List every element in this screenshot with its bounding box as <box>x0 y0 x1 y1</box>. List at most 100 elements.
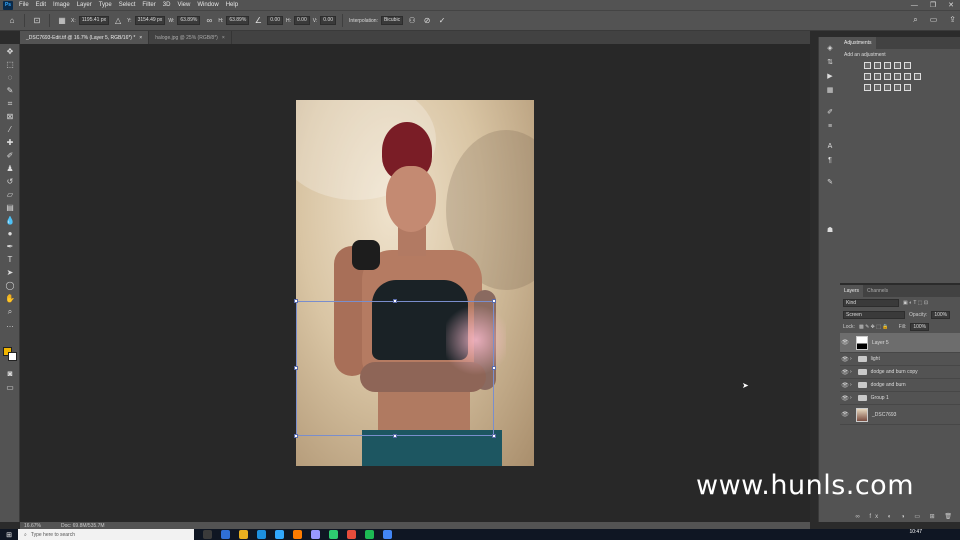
menu-layer[interactable]: Layer <box>77 2 92 8</box>
curves-icon[interactable] <box>884 62 891 69</box>
quick-mask-icon[interactable]: ◙ <box>4 368 16 379</box>
chevron-right-icon[interactable]: › <box>850 395 852 401</box>
tab-channels[interactable]: Channels <box>863 285 892 297</box>
crop-tool-icon[interactable]: ⌗ <box>4 98 16 109</box>
stamp-tool-icon[interactable]: ♟ <box>4 163 16 174</box>
photo-filter-icon[interactable] <box>894 73 901 80</box>
photoshop-taskbar-icon[interactable] <box>275 530 284 539</box>
character-icon[interactable]: A <box>824 141 836 151</box>
interpolation-select[interactable]: Bicubic <box>380 16 404 25</box>
tab-adjustments[interactable]: Adjustments <box>840 37 876 49</box>
vibrance-icon[interactable] <box>904 62 911 69</box>
home-icon[interactable]: ⌂ <box>6 15 18 27</box>
3d-icon[interactable]: ◈ <box>824 43 836 53</box>
file-explorer-icon[interactable] <box>239 530 248 539</box>
color-lookup-icon[interactable] <box>914 73 921 80</box>
illustrator-taskbar-icon[interactable] <box>293 530 302 539</box>
minimize-icon[interactable]: — <box>911 2 918 9</box>
store-icon[interactable] <box>257 530 266 539</box>
properties-icon[interactable]: ▦ <box>824 85 836 95</box>
app-icon[interactable] <box>329 530 338 539</box>
transform-handle[interactable] <box>294 299 298 303</box>
cancel-transform-icon[interactable]: ⊘ <box>421 15 433 27</box>
eye-icon[interactable]: 👁 <box>840 395 850 402</box>
history-icon[interactable]: ⇅ <box>824 57 836 67</box>
taskbar-clock[interactable]: 10:47 <box>909 530 922 535</box>
gradient-map-icon[interactable] <box>894 84 901 91</box>
layer-row[interactable]: 👁 › dodge and burn <box>840 379 960 392</box>
lock-icons[interactable]: ▩ ✎ ✥ ⬚ 🔒 <box>859 324 889 330</box>
healing-brush-tool-icon[interactable]: ✚ <box>4 137 16 148</box>
transform-handle[interactable] <box>294 366 298 370</box>
background-color-swatch[interactable] <box>8 352 17 361</box>
tool-presets-icon[interactable]: ✎ <box>824 177 836 187</box>
eyedropper-tool-icon[interactable]: ⁄ <box>4 124 16 135</box>
chevron-right-icon[interactable]: › <box>850 369 852 375</box>
vskew-field[interactable]: 0.00 <box>320 16 337 25</box>
filter-icons[interactable]: ▣ ◐ T ⬚ ⊡ <box>903 300 928 306</box>
reference-point-icon[interactable]: ▦ <box>56 15 68 27</box>
type-tool-icon[interactable]: T <box>4 254 16 265</box>
search-icon[interactable]: ⌕ <box>913 15 917 25</box>
menu-image[interactable]: Image <box>53 2 70 8</box>
layer-filter-select[interactable]: Kind <box>843 299 899 307</box>
exposure-icon[interactable] <box>894 62 901 69</box>
windows-start-icon[interactable]: ⊞ <box>0 529 18 540</box>
width-field[interactable]: 63.89% <box>177 16 201 25</box>
chevron-right-icon[interactable]: › <box>850 356 852 362</box>
link-icon[interactable]: ∞ <box>203 15 215 27</box>
menu-view[interactable]: View <box>177 2 190 8</box>
x-field[interactable]: 1195.41 px <box>78 16 110 25</box>
frame-tool-icon[interactable]: ⊠ <box>4 111 16 122</box>
transform-handle[interactable] <box>492 299 496 303</box>
brush-settings-icon[interactable]: ✐ <box>824 107 836 117</box>
layer-row[interactable]: 👁 › light <box>840 353 960 366</box>
commit-transform-icon[interactable]: ✓ <box>436 15 448 27</box>
posterize-icon[interactable] <box>874 84 881 91</box>
transform-handle[interactable] <box>492 434 496 438</box>
threshold-icon[interactable] <box>884 84 891 91</box>
angle-field[interactable]: 0.00 <box>267 16 284 25</box>
hand-tool-icon[interactable]: ✋ <box>4 293 16 304</box>
close-icon[interactable]: ✕ <box>948 1 954 9</box>
tab-layers[interactable]: Layers <box>840 285 864 297</box>
blend-mode-select[interactable]: Screen <box>843 311 905 319</box>
fill-field[interactable]: 100% <box>910 323 930 331</box>
canvas-area[interactable] <box>20 44 810 522</box>
lasso-tool-icon[interactable]: ◌ <box>4 72 16 83</box>
app-icon[interactable] <box>347 530 356 539</box>
screen-mode-icon[interactable]: ▭ <box>4 382 16 393</box>
transform-handle[interactable] <box>294 434 298 438</box>
ellipse-tool-icon[interactable]: ◯ <box>4 280 16 291</box>
transform-handle[interactable] <box>492 366 496 370</box>
layer-row[interactable]: 👁 _DSC7693 <box>840 405 960 425</box>
hue-saturation-icon[interactable] <box>864 73 871 80</box>
menu-3d[interactable]: 3D <box>163 2 171 8</box>
selective-color-icon[interactable] <box>904 84 911 91</box>
brush-tool-icon[interactable]: ✐ <box>4 150 16 161</box>
blur-tool-icon[interactable]: 💧 <box>4 215 16 226</box>
transform-handle[interactable] <box>393 299 397 303</box>
close-tab-icon[interactable]: × <box>139 35 142 41</box>
move-tool-icon[interactable]: ✥ <box>4 46 16 57</box>
path-select-tool-icon[interactable]: ➤ <box>4 267 16 278</box>
zoom-tool-icon[interactable]: ⌕ <box>4 306 16 317</box>
eye-icon[interactable]: 👁 <box>840 369 850 376</box>
color-balance-icon[interactable] <box>874 73 881 80</box>
paragraph-icon[interactable]: ¶ <box>824 155 836 165</box>
layer-row[interactable]: 👁 › dodge and burn copy <box>840 366 960 379</box>
menu-help[interactable]: Help <box>226 2 238 8</box>
levels-icon[interactable] <box>874 62 881 69</box>
brightness-icon[interactable] <box>864 62 871 69</box>
height-field[interactable]: 63.89% <box>226 16 250 25</box>
hskew-field[interactable]: 0.00 <box>294 16 310 25</box>
brushes-icon[interactable]: ≡ <box>824 121 836 131</box>
tab-haloge[interactable]: haloge.jpg @ 25% (RGB/8*) × <box>149 31 232 44</box>
menu-file[interactable]: File <box>19 2 29 8</box>
transform-bounding-box[interactable] <box>294 299 496 438</box>
edge-icon[interactable] <box>221 530 230 539</box>
black-white-icon[interactable] <box>884 73 891 80</box>
menu-filter[interactable]: Filter <box>142 2 155 8</box>
warp-icon[interactable]: ⚇ <box>406 15 418 27</box>
eraser-tool-icon[interactable]: ▱ <box>4 189 16 200</box>
